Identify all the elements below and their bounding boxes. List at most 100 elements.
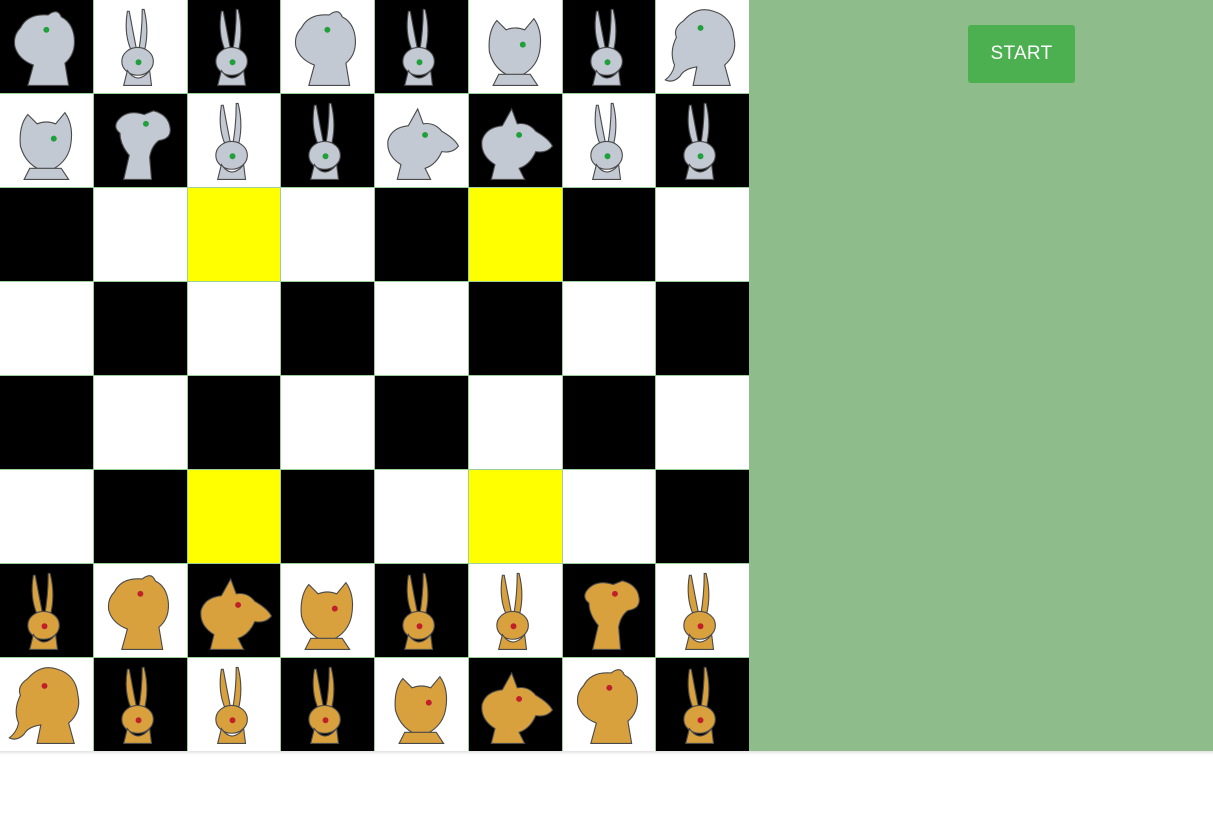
board-square[interactable] (656, 564, 749, 657)
board-square[interactable] (187, 658, 281, 751)
silver-rabbit-piece[interactable] (94, 0, 187, 93)
board-square[interactable] (281, 282, 374, 375)
board-square[interactable] (562, 470, 656, 563)
silver-rabbit-piece[interactable] (188, 0, 281, 93)
board-square[interactable] (187, 376, 281, 469)
board-square[interactable] (468, 470, 562, 563)
gold-rabbit-piece[interactable] (0, 564, 93, 657)
board-square[interactable] (468, 564, 562, 657)
board-square[interactable] (468, 94, 562, 187)
board-square[interactable] (562, 282, 656, 375)
board-square[interactable] (375, 94, 468, 187)
board-square[interactable] (562, 0, 656, 93)
board-square[interactable] (187, 188, 281, 281)
board-square[interactable] (468, 376, 562, 469)
board-square[interactable] (0, 0, 93, 93)
board-square[interactable] (93, 94, 187, 187)
board-square[interactable] (0, 564, 93, 657)
silver-rabbit-piece[interactable] (563, 0, 656, 93)
board-square[interactable] (656, 282, 749, 375)
gold-rabbit-piece[interactable] (94, 658, 187, 751)
board-square[interactable] (0, 658, 93, 751)
silver-elephant-piece[interactable] (656, 0, 749, 93)
silver-rabbit-piece[interactable] (281, 94, 374, 187)
silver-horse-piece[interactable] (0, 0, 93, 93)
board-square[interactable] (187, 282, 281, 375)
board-square[interactable] (468, 0, 562, 93)
board-square[interactable] (468, 658, 562, 751)
board-square[interactable] (562, 658, 656, 751)
board-square[interactable] (0, 94, 93, 187)
board-square[interactable] (281, 188, 374, 281)
gold-horse-piece[interactable] (563, 658, 656, 751)
board-square[interactable] (375, 282, 468, 375)
board-square[interactable] (0, 376, 93, 469)
board-square[interactable] (375, 376, 468, 469)
gold-elephant-piece[interactable] (0, 658, 93, 751)
gold-dog-piece[interactable] (469, 658, 562, 751)
silver-rabbit-piece[interactable] (656, 94, 749, 187)
gold-horse-piece[interactable] (94, 564, 187, 657)
silver-rabbit-piece[interactable] (563, 94, 656, 187)
gold-rabbit-piece[interactable] (656, 658, 749, 751)
gold-cat-piece[interactable] (375, 658, 468, 751)
board-square[interactable] (281, 94, 374, 187)
board-square[interactable] (562, 94, 656, 187)
board-square[interactable] (656, 470, 749, 563)
board-square[interactable] (656, 658, 749, 751)
gold-camel-piece[interactable] (563, 564, 656, 657)
board-square[interactable] (93, 564, 187, 657)
silver-horse-piece[interactable] (281, 0, 374, 93)
silver-cat-piece[interactable] (469, 0, 562, 93)
board-square[interactable] (562, 376, 656, 469)
board-square[interactable] (468, 188, 562, 281)
gold-rabbit-piece[interactable] (656, 564, 749, 657)
board-square[interactable] (187, 94, 281, 187)
gold-cat-piece[interactable] (281, 564, 374, 657)
board-square[interactable] (0, 470, 93, 563)
board-square[interactable] (562, 188, 656, 281)
board-square[interactable] (281, 0, 374, 93)
silver-dog-piece[interactable] (375, 94, 468, 187)
board-square[interactable] (93, 376, 187, 469)
board-square[interactable] (656, 376, 749, 469)
board-square[interactable] (281, 564, 374, 657)
board-square[interactable] (93, 282, 187, 375)
container-shadow (0, 751, 1213, 755)
board-square[interactable] (93, 0, 187, 93)
board-square[interactable] (0, 188, 93, 281)
game-container: START (0, 0, 1213, 751)
board-square[interactable] (93, 658, 187, 751)
board-square[interactable] (0, 282, 93, 375)
gold-dog-piece[interactable] (188, 564, 281, 657)
game-board[interactable] (0, 0, 749, 751)
board-square[interactable] (375, 564, 468, 657)
board-square[interactable] (375, 0, 468, 93)
board-square[interactable] (468, 282, 562, 375)
board-square[interactable] (375, 658, 468, 751)
silver-dog-piece[interactable] (469, 94, 562, 187)
board-square[interactable] (656, 0, 749, 93)
board-square[interactable] (656, 188, 749, 281)
silver-rabbit-piece[interactable] (375, 0, 468, 93)
board-square[interactable] (93, 188, 187, 281)
start-button[interactable]: START (968, 25, 1075, 83)
board-square[interactable] (187, 0, 281, 93)
board-square[interactable] (187, 470, 281, 563)
gold-rabbit-piece[interactable] (188, 658, 281, 751)
silver-rabbit-piece[interactable] (188, 94, 281, 187)
gold-rabbit-piece[interactable] (375, 564, 468, 657)
gold-rabbit-piece[interactable] (469, 564, 562, 657)
board-square[interactable] (656, 94, 749, 187)
silver-camel-piece[interactable] (94, 94, 187, 187)
silver-cat-piece[interactable] (0, 94, 93, 187)
board-square[interactable] (93, 470, 187, 563)
board-square[interactable] (187, 564, 281, 657)
board-square[interactable] (281, 376, 374, 469)
board-square[interactable] (281, 658, 374, 751)
board-square[interactable] (375, 188, 468, 281)
board-square[interactable] (375, 470, 468, 563)
gold-rabbit-piece[interactable] (281, 658, 374, 751)
board-square[interactable] (562, 564, 656, 657)
board-square[interactable] (281, 470, 374, 563)
